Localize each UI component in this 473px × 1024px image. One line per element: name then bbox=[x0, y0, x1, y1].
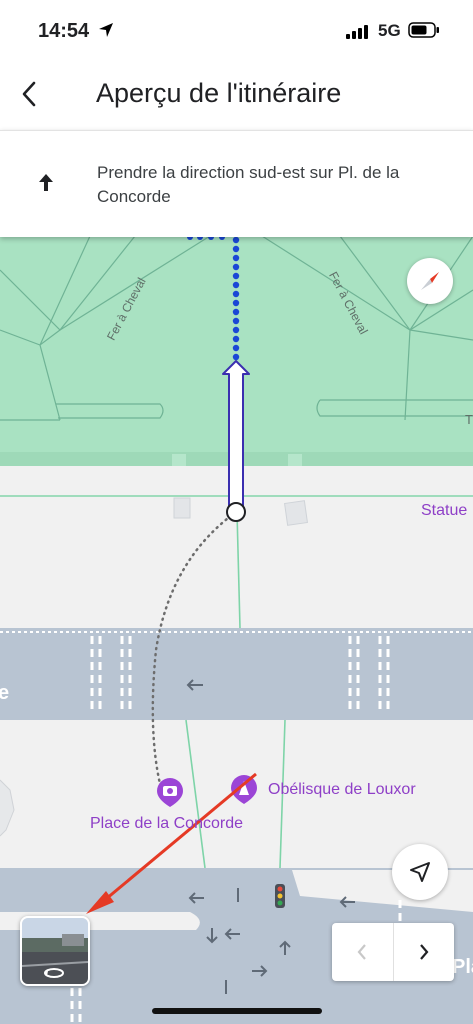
my-location-button[interactable] bbox=[392, 844, 448, 900]
map-view[interactable]: Fer à Cheval Fer à Cheval Statue Place d… bbox=[0, 236, 473, 1024]
location-services-icon bbox=[99, 23, 113, 37]
compass-icon bbox=[421, 272, 439, 290]
status-time: 14:54 bbox=[38, 20, 90, 42]
chevron-right-icon bbox=[419, 944, 429, 960]
page-title: Aperçu de l'itinéraire bbox=[96, 78, 342, 108]
street-view-thumbnail[interactable] bbox=[20, 916, 90, 986]
battery-icon bbox=[408, 22, 439, 38]
straight-arrow-icon bbox=[39, 174, 53, 191]
status-bar: 14:54 5G bbox=[0, 0, 473, 62]
previous-step-button[interactable] bbox=[332, 923, 393, 981]
next-step-button[interactable] bbox=[392, 923, 455, 981]
direction-step-card[interactable]: Prendre la direction sud-est sur Pl. de … bbox=[0, 130, 473, 237]
clipped-label-left: e bbox=[0, 682, 10, 704]
location-arrow-icon bbox=[410, 862, 430, 882]
cellular-signal-icon bbox=[346, 25, 368, 39]
map-canvas[interactable] bbox=[0, 236, 473, 1024]
home-indicator[interactable] bbox=[152, 1008, 322, 1014]
network-type: 5G bbox=[378, 21, 401, 40]
clipped-label-right: Pla bbox=[452, 956, 473, 978]
app-header: Aperçu de l'itinéraire bbox=[0, 62, 473, 130]
compass-button[interactable] bbox=[407, 258, 453, 304]
back-icon bbox=[22, 81, 36, 107]
poi-label-place-de-la-concorde[interactable]: Place de la Concorde bbox=[90, 815, 243, 833]
step-navigation bbox=[332, 923, 454, 981]
chevron-left-icon bbox=[357, 944, 367, 960]
step-instruction: Prendre la direction sud-est sur Pl. de … bbox=[97, 163, 400, 206]
poi-label-obelisque[interactable]: Obélisque de Louxor bbox=[268, 781, 416, 799]
poi-label-statue[interactable]: Statue bbox=[421, 502, 467, 520]
back-button[interactable] bbox=[14, 76, 44, 112]
rotate-360-icon bbox=[44, 968, 64, 978]
clipped-label-park: T bbox=[465, 412, 473, 427]
